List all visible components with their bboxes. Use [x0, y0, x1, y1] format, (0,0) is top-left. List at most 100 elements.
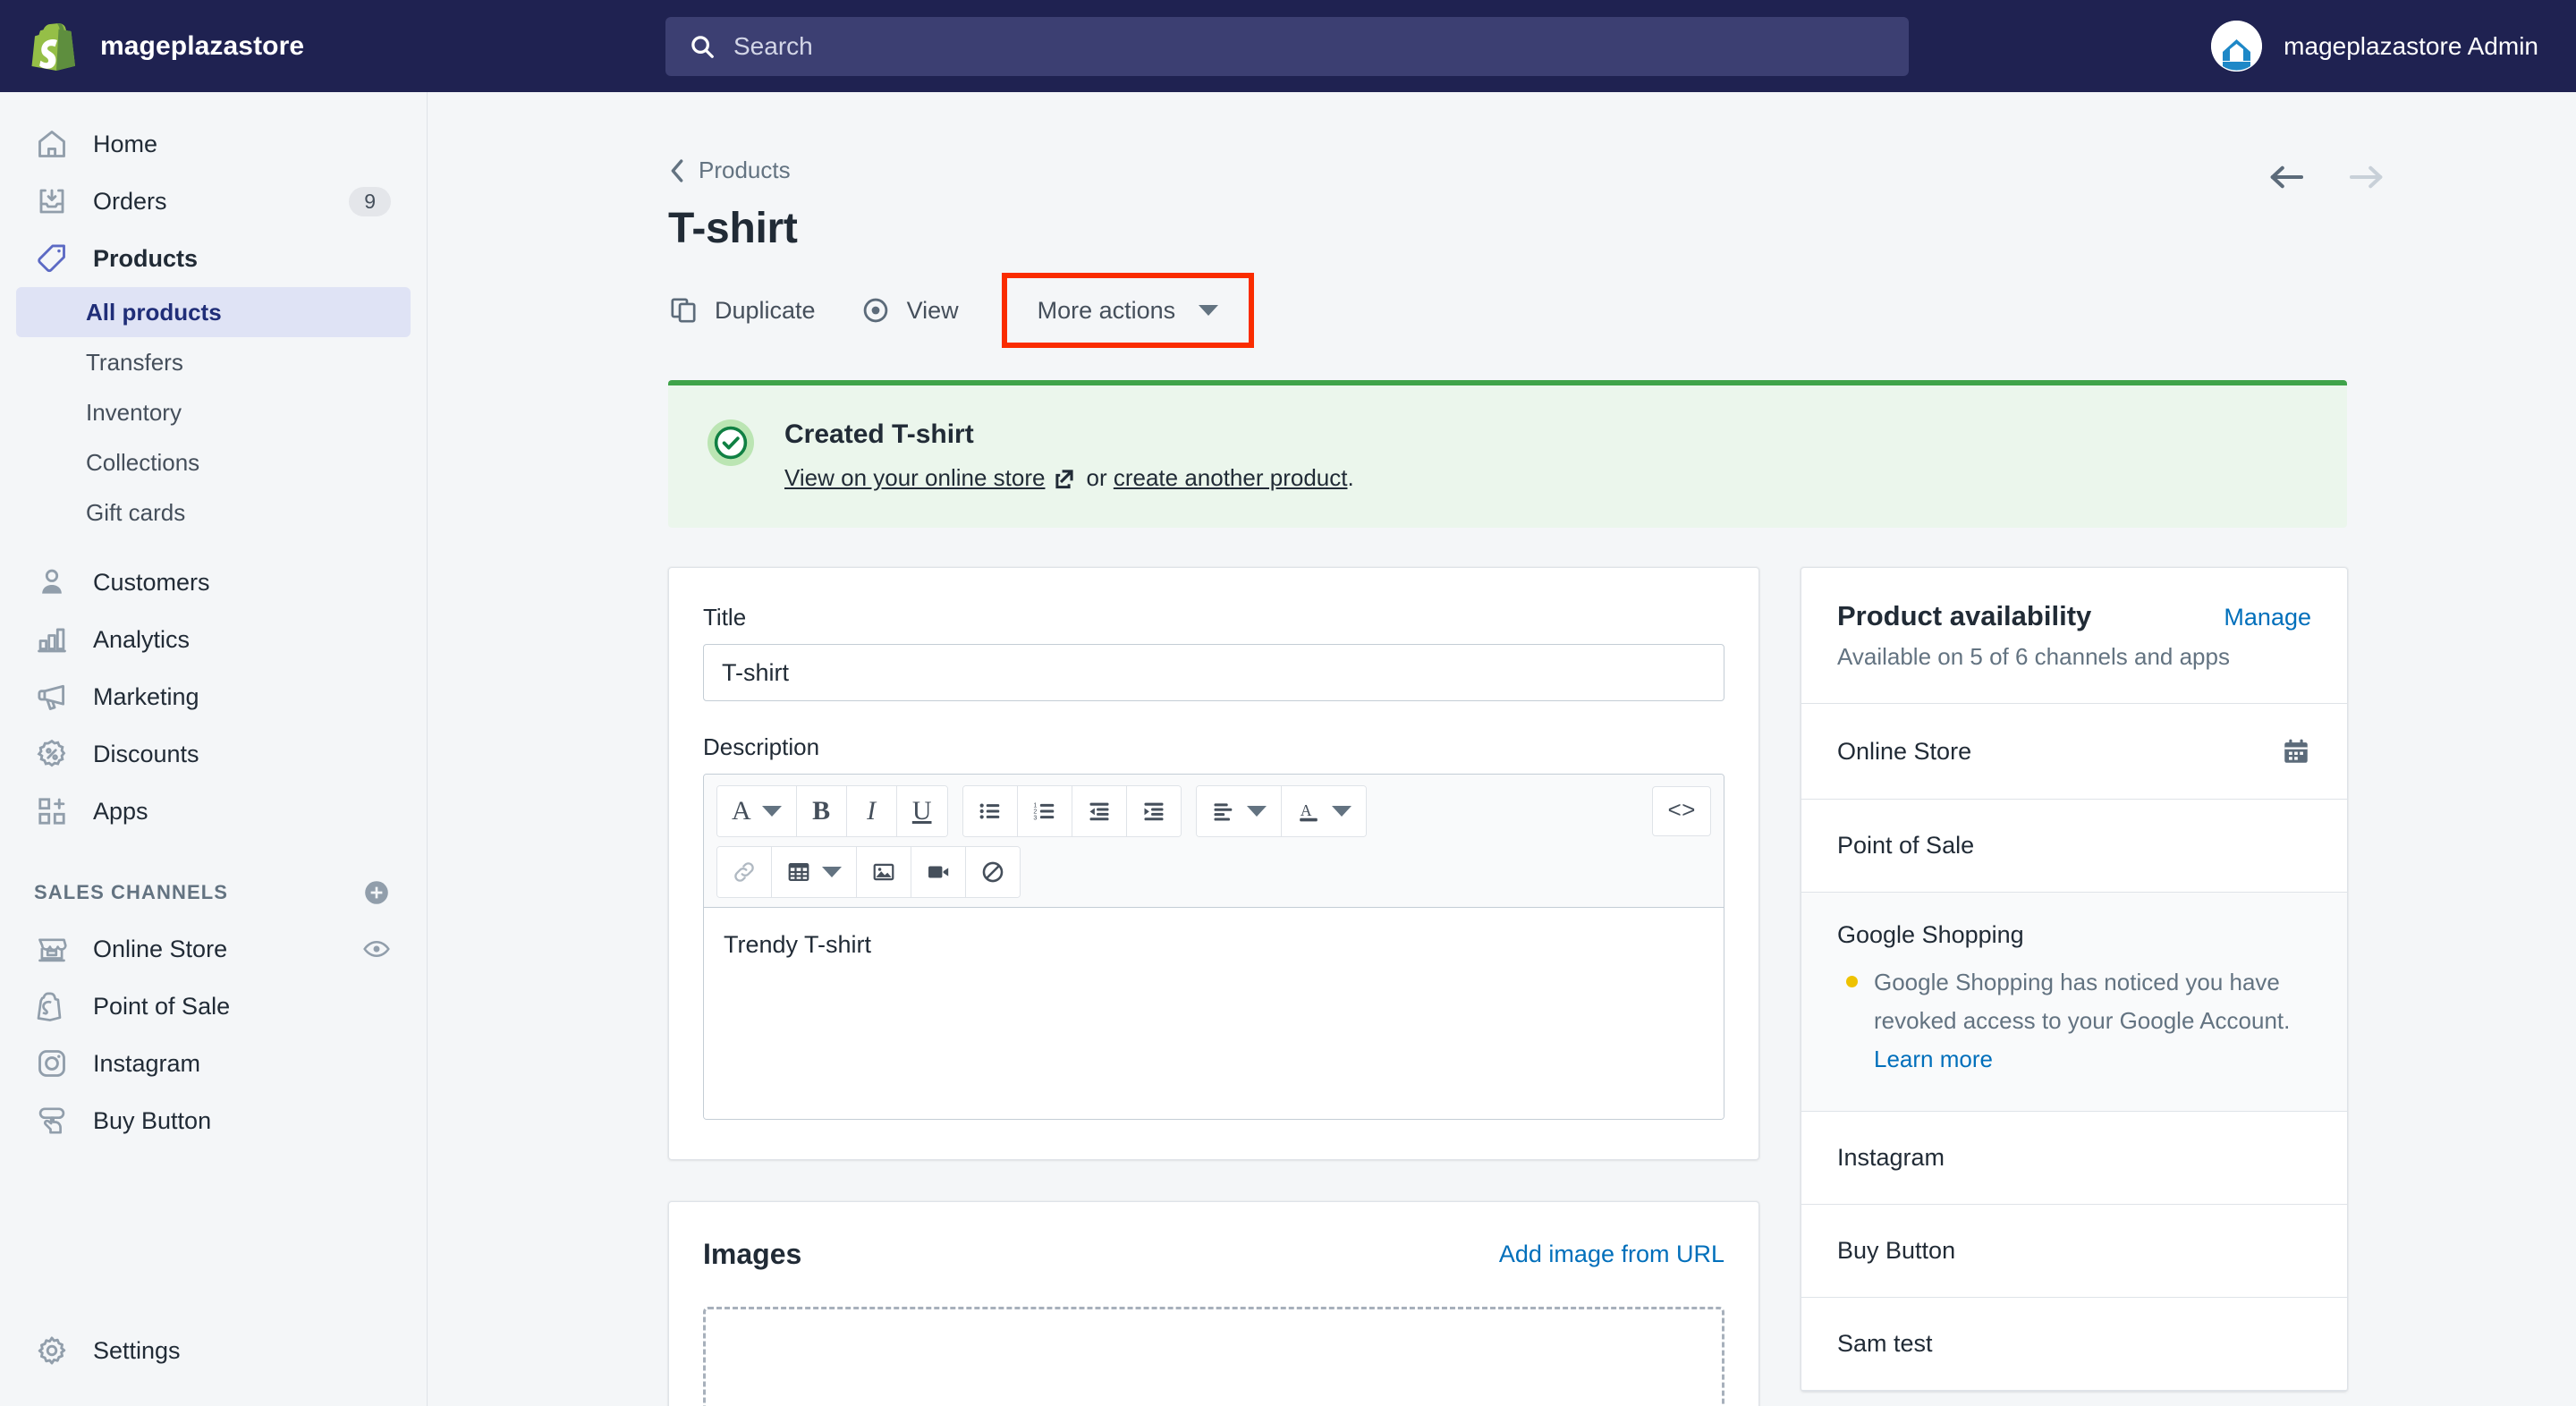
sidebar-item-apps[interactable]: Apps [16, 783, 411, 840]
html-code-button[interactable]: <> [1652, 786, 1711, 836]
success-banner: Created T-shirt View on your online stor… [668, 380, 2347, 528]
sidebar-item-point-of-sale[interactable]: Point of Sale [16, 978, 411, 1035]
align-button[interactable] [1196, 786, 1282, 836]
duplicate-icon [668, 295, 699, 326]
sidebar-item-label: Products [93, 244, 199, 272]
sidebar-item-settings[interactable]: Settings [16, 1322, 411, 1379]
calendar-icon[interactable] [2281, 736, 2311, 767]
chevron-down-icon [822, 867, 842, 877]
editor-toolbar-row-2 [716, 846, 1711, 898]
sidebar-item-label: Point of Sale [93, 992, 231, 1020]
sidebar-item-online-store[interactable]: Online Store [16, 920, 411, 978]
sidebar-item-label: Home [93, 130, 158, 157]
sidebar-item-label: Discounts [93, 740, 199, 767]
channel-row-google-shopping[interactable]: Google Shopping Google Shopping has noti… [1801, 893, 2347, 1112]
channel-name: Google Shopping [1837, 921, 2024, 948]
insert-video-button[interactable] [911, 847, 966, 897]
sidebar-item-label: Settings [93, 1336, 181, 1364]
font-family-button[interactable]: A [717, 786, 797, 836]
sidebar-subitem-collections[interactable]: Collections [16, 437, 411, 487]
channel-name: Point of Sale [1837, 832, 1975, 859]
breadcrumb[interactable]: Products [668, 157, 2385, 184]
banner-body: View on your online store or create anot… [784, 464, 1354, 492]
user-name: mageplazastore Admin [2284, 31, 2538, 60]
sidebar-item-home[interactable]: Home [16, 115, 411, 173]
channel-row-instagram[interactable]: Instagram [1801, 1112, 2347, 1205]
chevron-down-icon [1331, 806, 1352, 817]
bold-button[interactable]: B [796, 786, 847, 836]
arrow-left-icon[interactable] [2267, 162, 2305, 192]
editor-toolbar: A B I U 1 2 3 A <> [704, 775, 1724, 908]
list-indent-group: 1 2 3 [962, 785, 1182, 837]
description-label: Description [703, 733, 820, 760]
arrow-right-icon[interactable] [2348, 162, 2385, 192]
sidebar-item-marketing[interactable]: Marketing [16, 668, 411, 725]
sidebar-item-orders[interactable]: Orders 9 [16, 173, 411, 230]
bar-chart-icon [34, 622, 70, 657]
create-another-product-link[interactable]: create another product [1114, 464, 1348, 492]
channel-name: Online Store [1837, 737, 1972, 765]
insert-link-button[interactable] [717, 847, 772, 897]
learn-more-link[interactable]: Learn more [1874, 1046, 1993, 1072]
clear-formatting-button[interactable] [966, 847, 1020, 897]
sidebar-subitem-label: Collections [86, 448, 200, 476]
store-brand[interactable]: mageplazastore [0, 21, 428, 72]
channel-row-buy-button[interactable]: Buy Button [1801, 1205, 2347, 1298]
sidebar-subitem-gift-cards[interactable]: Gift cards [16, 487, 411, 538]
text-color-button[interactable]: A [1281, 786, 1366, 836]
instagram-icon [34, 1046, 70, 1081]
underline-button[interactable]: U [896, 786, 947, 836]
view-eye-icon [860, 295, 891, 326]
sidebar-item-label: Analytics [93, 625, 191, 653]
align-color-group: A [1195, 785, 1367, 837]
sidebar-item-products[interactable]: Products [16, 230, 411, 287]
indent-button[interactable] [1126, 786, 1181, 836]
view-label: View [906, 296, 959, 324]
eye-icon[interactable] [362, 935, 391, 963]
image-dropzone[interactable] [703, 1307, 1724, 1406]
plus-circle-icon[interactable] [362, 878, 391, 907]
sidebar-item-buy-button[interactable]: Buy Button [16, 1092, 411, 1149]
channel-row-sam-test[interactable]: Sam test [1801, 1298, 2347, 1391]
sidebar-subitem-inventory[interactable]: Inventory [16, 387, 411, 437]
home-icon [34, 126, 70, 162]
external-link-icon [1054, 468, 1075, 489]
italic-button[interactable]: I [846, 786, 897, 836]
orders-inbox-icon [34, 183, 70, 219]
view-button[interactable]: View [860, 284, 1004, 337]
numbered-list-button[interactable]: 1 2 3 [1017, 786, 1072, 836]
search-input[interactable]: Search [665, 16, 1909, 76]
view-online-store-link[interactable]: View on your online store [784, 464, 1045, 492]
sidebar-item-label: Online Store [93, 935, 228, 962]
breadcrumb-label: Products [699, 157, 791, 183]
editor-toolbar-row-1: A B I U 1 2 3 A <> [716, 785, 1711, 837]
sidebar-subitem-label: Transfers [86, 348, 183, 376]
duplicate-button[interactable]: Duplicate [668, 284, 860, 337]
sidebar-item-discounts[interactable]: Discounts [16, 725, 411, 783]
channel-name: Instagram [1837, 1143, 1945, 1171]
more-actions-button[interactable]: More actions [1038, 297, 1219, 325]
sidebar-item-instagram[interactable]: Instagram [16, 1035, 411, 1092]
insert-image-button[interactable] [857, 847, 911, 897]
channel-row-point-of-sale[interactable]: Point of Sale [1801, 800, 2347, 893]
description-body[interactable]: Trendy T-shirt [704, 908, 1724, 1119]
sidebar-subitem-label: All products [86, 298, 222, 326]
person-icon [34, 564, 70, 600]
add-image-from-url-link[interactable]: Add image from URL [1499, 1241, 1724, 1268]
channel-name: Buy Button [1837, 1236, 1956, 1264]
sidebar-item-label: Customers [93, 568, 210, 596]
sidebar-item-label: Buy Button [93, 1106, 212, 1134]
sidebar-item-analytics[interactable]: Analytics [16, 611, 411, 668]
channel-row-online-store[interactable]: Online Store [1801, 704, 2347, 800]
search-icon [689, 33, 716, 60]
sidebar-item-customers[interactable]: Customers [16, 554, 411, 611]
sidebar-subitem-transfers[interactable]: Transfers [16, 337, 411, 387]
insert-table-button[interactable] [772, 847, 857, 897]
manage-link[interactable]: Manage [2224, 604, 2311, 631]
outdent-button[interactable] [1072, 786, 1127, 836]
bulleted-list-button[interactable] [962, 786, 1018, 836]
sales-channels-header: SALES CHANNELS [16, 865, 411, 920]
title-input[interactable] [703, 644, 1724, 701]
sidebar-subitem-all-products[interactable]: All products [16, 287, 411, 337]
user-menu[interactable]: mageplazastore Admin [2211, 0, 2538, 92]
